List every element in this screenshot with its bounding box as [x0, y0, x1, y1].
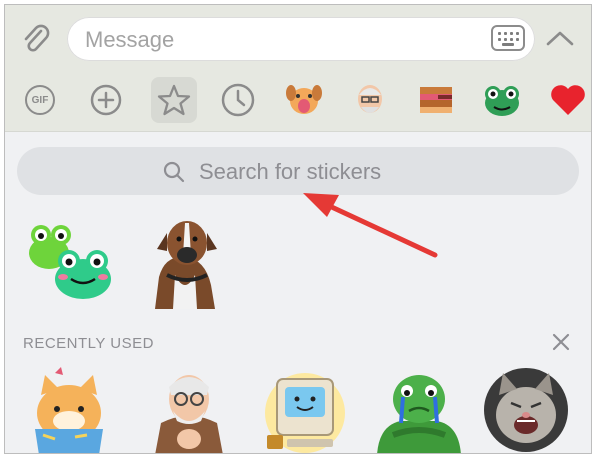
close-icon[interactable] — [551, 332, 571, 352]
clock-icon — [221, 83, 255, 117]
old-man-clapping-sticker[interactable] — [141, 365, 237, 454]
message-input[interactable]: Message — [67, 17, 535, 61]
message-placeholder: Message — [85, 27, 175, 52]
tab-pack-heart[interactable] — [547, 79, 589, 121]
composer-bar: Message GIF — [5, 5, 591, 132]
sticker-tabs: GIF — [5, 71, 591, 127]
tab-pack-dog[interactable] — [283, 79, 325, 121]
frogs-sticker[interactable] — [23, 213, 123, 309]
tab-gif[interactable]: GIF — [19, 79, 61, 121]
tab-pack-old-man[interactable] — [349, 79, 391, 121]
cake-sticker-icon — [420, 87, 452, 113]
old-man-sticker-icon — [358, 85, 382, 113]
dog-sticker-icon — [286, 85, 322, 114]
paperclip-icon[interactable] — [19, 23, 53, 57]
tab-favorites[interactable] — [151, 77, 197, 123]
tab-pack-frog[interactable] — [481, 79, 523, 121]
frog-sticker-icon — [485, 86, 519, 116]
tab-pack-cake[interactable] — [415, 79, 457, 121]
crying-frog-sticker[interactable] — [371, 365, 467, 454]
star-icon — [157, 84, 191, 116]
gif-icon: GIF — [25, 85, 55, 115]
annotation-arrow — [303, 193, 438, 258]
boxer-dog-sticker[interactable] — [145, 215, 231, 309]
tab-recent[interactable] — [217, 79, 259, 121]
search-icon — [163, 161, 185, 183]
search-placeholder: Search for stickers — [199, 159, 382, 184]
chevron-up-icon[interactable] — [543, 27, 577, 51]
keyboard-icon[interactable] — [491, 25, 525, 51]
cat-in-box-sticker[interactable] — [25, 365, 121, 454]
sticker-panel: Message GIF Search for stickers RECENTLY… — [4, 4, 592, 454]
computer-sticker[interactable] — [257, 365, 353, 454]
heart-sticker-icon — [551, 85, 585, 115]
tab-add[interactable] — [85, 79, 127, 121]
plus-icon — [90, 84, 122, 116]
laughing-cat-sticker[interactable] — [481, 365, 571, 454]
recently-used-heading: RECENTLY USED — [23, 335, 154, 352]
